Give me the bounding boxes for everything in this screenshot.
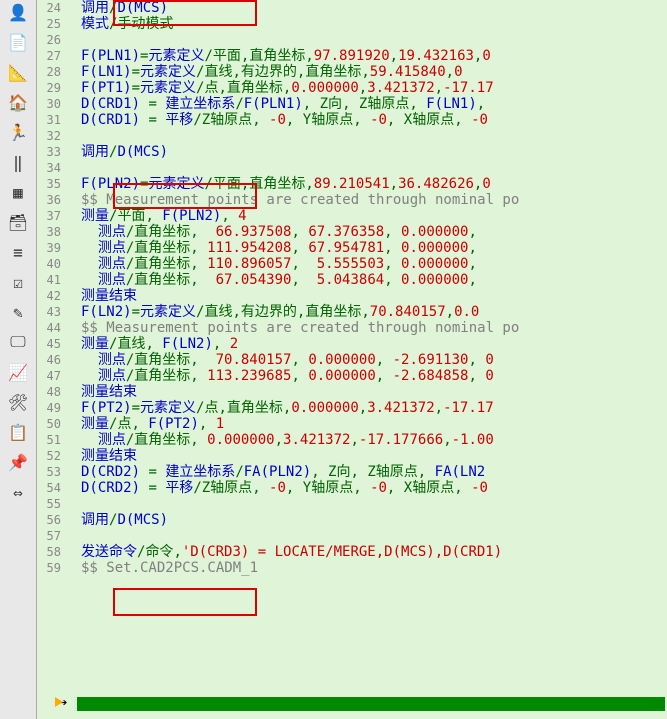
current-line-highlight bbox=[77, 697, 665, 711]
line-number: 25 bbox=[37, 16, 65, 32]
code-line[interactable]: 56调用/D(MCS) bbox=[37, 512, 667, 528]
line-number: 35 bbox=[37, 176, 65, 192]
lines-icon[interactable]: ≡ bbox=[8, 242, 28, 262]
code-line[interactable]: 47 测点/直角坐标, 113.239685, 0.000000, -2.684… bbox=[37, 368, 667, 384]
code-line[interactable]: 30D(CRD1) = 建立坐标系/F(PLN1), Z向, Z轴原点, F(L… bbox=[37, 96, 667, 112]
page-icon[interactable]: 📋 bbox=[8, 422, 28, 442]
code-line[interactable]: 51 测点/直角坐标, 0.000000,3.421372,-17.177666… bbox=[37, 432, 667, 448]
home-icon[interactable]: 🏠 bbox=[8, 92, 28, 112]
code-editor[interactable]: 24调用/D(MCS)25模式/手动模式2627F(PLN1)=元素定义/平面,… bbox=[37, 0, 667, 719]
code-line[interactable]: 25模式/手动模式 bbox=[37, 16, 667, 32]
edit-icon[interactable]: ✎ bbox=[8, 302, 28, 322]
graph-icon[interactable]: 📈 bbox=[8, 362, 28, 382]
pin-icon[interactable]: 📌 bbox=[8, 452, 28, 472]
line-number: 43 bbox=[37, 304, 65, 320]
line-number: 56 bbox=[37, 512, 65, 528]
line-number: 42 bbox=[37, 288, 65, 304]
person-icon[interactable]: 👤 bbox=[8, 2, 28, 22]
highlight-box bbox=[113, 588, 257, 616]
line-number: 54 bbox=[37, 480, 65, 496]
screen-icon[interactable]: 🖵 bbox=[8, 332, 28, 352]
line-number: 27 bbox=[37, 48, 65, 64]
code-line[interactable]: 46 测点/直角坐标, 70.840157, 0.000000, -2.6911… bbox=[37, 352, 667, 368]
line-number: 41 bbox=[37, 272, 65, 288]
line-number: 29 bbox=[37, 80, 65, 96]
code-line[interactable]: 58发送命令/命令,'D(CRD3) = LOCATE/MERGE,D(MCS)… bbox=[37, 544, 667, 560]
code-line[interactable]: 37测量/平面, F(PLN2), 4 bbox=[37, 208, 667, 224]
vertical-icon[interactable]: ‖ bbox=[8, 152, 28, 172]
line-number: 52 bbox=[37, 448, 65, 464]
line-number: 30 bbox=[37, 96, 65, 112]
arrows-icon[interactable]: ⇔ bbox=[8, 482, 28, 502]
execution-pointer-icon: ➔ bbox=[59, 695, 67, 711]
line-number: 58 bbox=[37, 544, 65, 560]
line-number: 57 bbox=[37, 528, 65, 544]
run-icon[interactable]: 🏃 bbox=[8, 122, 28, 142]
line-number: 28 bbox=[37, 64, 65, 80]
code-line[interactable]: 27F(PLN1)=元素定义/平面,直角坐标,97.891920,19.4321… bbox=[37, 48, 667, 64]
code-line[interactable]: 49F(PT2)=元素定义/点,直角坐标,0.000000,3.421372,-… bbox=[37, 400, 667, 416]
line-number: 47 bbox=[37, 368, 65, 384]
line-number: 38 bbox=[37, 224, 65, 240]
code-line[interactable]: 54D(CRD2) = 平移/Z轴原点, -0, Y轴原点, -0, X轴原点,… bbox=[37, 480, 667, 496]
code-line[interactable]: 50测量/点, F(PT2), 1 bbox=[37, 416, 667, 432]
line-number: 46 bbox=[37, 352, 65, 368]
line-number: 39 bbox=[37, 240, 65, 256]
code-line[interactable]: 24调用/D(MCS) bbox=[37, 0, 667, 16]
line-number: 33 bbox=[37, 144, 65, 160]
code-line[interactable]: 31D(CRD1) = 平移/Z轴原点, -0, Y轴原点, -0, X轴原点,… bbox=[37, 112, 667, 128]
code-line[interactable]: 44$$ Measurement points are created thro… bbox=[37, 320, 667, 336]
code-line[interactable]: 32 bbox=[37, 128, 667, 144]
code-line[interactable]: 28F(LN1)=元素定义/直线,有边界的,直角坐标,59.415840,0 bbox=[37, 64, 667, 80]
line-number: 53 bbox=[37, 464, 65, 480]
grid-icon[interactable]: ▦ bbox=[8, 182, 28, 202]
add-layer-icon[interactable]: 🗃 bbox=[8, 212, 28, 232]
tools-icon[interactable]: 🛠 bbox=[8, 392, 28, 412]
line-number: 31 bbox=[37, 112, 65, 128]
code-line[interactable]: 33调用/D(MCS) bbox=[37, 144, 667, 160]
code-line[interactable]: 26 bbox=[37, 32, 667, 48]
line-number: 44 bbox=[37, 320, 65, 336]
code-line[interactable]: 57 bbox=[37, 528, 667, 544]
line-number: 24 bbox=[37, 0, 65, 16]
vertical-toolbar: 👤 📄 📐 🏠 🏃 ‖ ▦ 🗃 ≡ ☑ ✎ 🖵 📈 🛠 📋 📌 ⇔ bbox=[0, 0, 37, 719]
line-number: 37 bbox=[37, 208, 65, 224]
code-line[interactable]: 39 测点/直角坐标, 111.954208, 67.954781, 0.000… bbox=[37, 240, 667, 256]
code-line[interactable]: 48测量结束 bbox=[37, 384, 667, 400]
code-line[interactable]: 36$$ Measurement points are created thro… bbox=[37, 192, 667, 208]
code-line[interactable]: 40 测点/直角坐标, 110.896057, 5.555503, 0.0000… bbox=[37, 256, 667, 272]
code-line[interactable]: 35F(PLN2)=元素定义/平面,直角坐标,89.210541,36.4826… bbox=[37, 176, 667, 192]
code-line[interactable]: 59$$ Set.CAD2PCS.CADM_1 bbox=[37, 560, 667, 576]
ruler-icon[interactable]: 📐 bbox=[8, 62, 28, 82]
line-number: 55 bbox=[37, 496, 65, 512]
line-number: 50 bbox=[37, 416, 65, 432]
code-line[interactable]: 38 测点/直角坐标, 66.937508, 67.376358, 0.0000… bbox=[37, 224, 667, 240]
code-line[interactable]: 42测量结束 bbox=[37, 288, 667, 304]
line-number: 45 bbox=[37, 336, 65, 352]
code-line[interactable]: 45测量/直线, F(LN2), 2 bbox=[37, 336, 667, 352]
line-number: 40 bbox=[37, 256, 65, 272]
code-line[interactable]: 29F(PT1)=元素定义/点,直角坐标,0.000000,3.421372,-… bbox=[37, 80, 667, 96]
file-icon[interactable]: 📄 bbox=[8, 32, 28, 52]
code-line[interactable]: 52测量结束 bbox=[37, 448, 667, 464]
line-number: 49 bbox=[37, 400, 65, 416]
line-number: 34 bbox=[37, 160, 65, 176]
line-number: 32 bbox=[37, 128, 65, 144]
line-number: 36 bbox=[37, 192, 65, 208]
code-line[interactable]: 55 bbox=[37, 496, 667, 512]
code-line[interactable]: 34 bbox=[37, 160, 667, 176]
code-line[interactable]: 43F(LN2)=元素定义/直线,有边界的,直角坐标,70.840157,0.0 bbox=[37, 304, 667, 320]
code-line[interactable]: 53D(CRD2) = 建立坐标系/FA(PLN2), Z向, Z轴原点, FA… bbox=[37, 464, 667, 480]
line-number: 59 bbox=[37, 560, 65, 576]
line-number: 51 bbox=[37, 432, 65, 448]
line-number: 48 bbox=[37, 384, 65, 400]
line-number: 26 bbox=[37, 32, 65, 48]
checklist-icon[interactable]: ☑ bbox=[8, 272, 28, 292]
code-line[interactable]: 41 测点/直角坐标, 67.054390, 5.043864, 0.00000… bbox=[37, 272, 667, 288]
